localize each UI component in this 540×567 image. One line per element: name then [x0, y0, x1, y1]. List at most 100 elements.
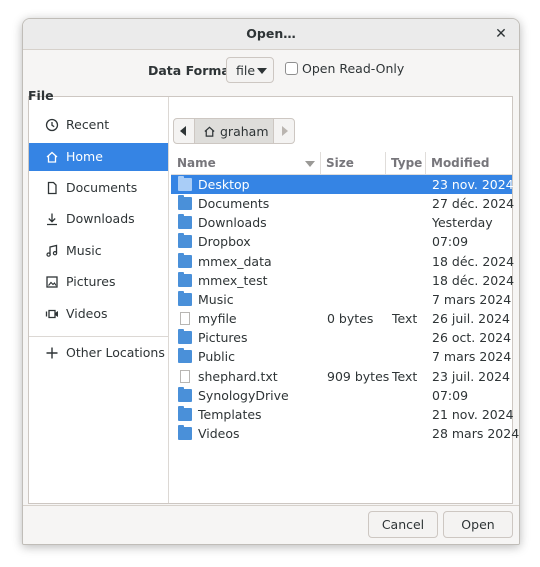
table-row[interactable]: Videos 28 mars 2024: [171, 424, 519, 443]
table-row[interactable]: Downloads Yesterday: [171, 213, 512, 232]
column-header-type[interactable]: Type: [391, 156, 422, 170]
sidebar-item-pictures[interactable]: Pictures: [29, 268, 168, 296]
folder-icon: [178, 290, 192, 306]
file-name: Music: [198, 291, 234, 307]
table-row[interactable]: SynologyDrive 07:09: [171, 386, 512, 405]
folder-icon: [178, 386, 192, 402]
sidebar-item-label: Documents: [66, 180, 138, 195]
folder-icon: [178, 252, 192, 268]
sidebar-item-label: Recent: [66, 117, 110, 132]
file-name: Videos: [198, 425, 240, 441]
table-row[interactable]: Pictures 26 oct. 2024: [171, 328, 512, 347]
folder-icon: [178, 176, 192, 191]
data-format-value: file: [236, 63, 256, 78]
column-header-size[interactable]: Size: [326, 156, 354, 170]
path-forward-button[interactable]: [273, 118, 295, 144]
sidebar-item-videos[interactable]: Videos: [29, 300, 168, 328]
file-modified: 26 juil. 2024: [432, 311, 510, 327]
download-icon: [47, 213, 57, 226]
file-name: Downloads: [198, 215, 267, 231]
sidebar-item-label: Videos: [66, 306, 108, 321]
sidebar-item-music[interactable]: Music: [29, 237, 168, 265]
table-row[interactable]: Desktop 23 nov. 2024: [171, 175, 514, 194]
sidebar-item-downloads[interactable]: Downloads: [29, 205, 168, 233]
file-modified: 07:09: [432, 387, 469, 403]
file-chooser-frame: Recent Home Documents Downloads Music Pi…: [28, 96, 519, 504]
table-row[interactable]: Documents 27 déc. 2024: [171, 194, 515, 213]
text-file-icon: [180, 369, 190, 383]
format-row: Data Format file Open Read-Only: [23, 57, 519, 85]
column-divider[interactable]: [385, 152, 386, 174]
sidebar-item-documents[interactable]: Documents: [29, 174, 168, 202]
file-type: Text: [392, 368, 418, 384]
file-modified: 27 déc. 2024: [432, 196, 515, 212]
cancel-button[interactable]: Cancel: [368, 511, 438, 538]
folder-icon: [178, 405, 192, 421]
data-format-select[interactable]: file: [226, 57, 274, 83]
file-modified: Yesterday: [432, 215, 493, 231]
text-file-icon: [180, 312, 190, 326]
file-name: SynologyDrive: [198, 387, 289, 403]
file-modified: 21 nov. 2024: [432, 406, 514, 422]
open-dialog: Open… ✕ Data Format file Open Read-Only …: [22, 18, 520, 545]
chevron-left-icon: [180, 126, 186, 136]
sidebar-item-label: Pictures: [66, 274, 116, 289]
pictures-icon: [46, 276, 58, 288]
file-modified: 7 mars 2024: [432, 291, 512, 307]
file-modified: 7 mars 2024: [432, 349, 512, 365]
open-readonly-checkbox[interactable]: [285, 62, 298, 75]
column-header-name[interactable]: Name: [177, 156, 216, 170]
folder-icon: [178, 271, 192, 287]
sidebar-item-recent[interactable]: Recent: [29, 111, 168, 139]
sort-descending-icon: [305, 161, 315, 167]
column-divider[interactable]: [425, 152, 426, 174]
path-crumb-label: graham: [220, 124, 269, 139]
file-size: 0 bytes: [327, 311, 374, 327]
dropdown-arrow-icon: [257, 68, 267, 74]
file-name: Pictures: [198, 330, 248, 346]
table-row[interactable]: mmex_test 18 déc. 2024: [171, 271, 515, 290]
table-row[interactable]: Music 7 mars 2024: [171, 290, 512, 309]
table-row[interactable]: shephard.txt 909 bytes Text 23 juil. 2024: [171, 367, 512, 386]
table-row[interactable]: Dropbox 07:09: [171, 232, 512, 251]
file-size: 909 bytes: [327, 368, 390, 384]
path-back-button[interactable]: [173, 118, 195, 144]
places-sidebar: Recent Home Documents Downloads Music Pi…: [29, 97, 169, 503]
home-icon: [46, 151, 58, 163]
file-name: shephard.txt: [198, 368, 278, 384]
file-list-header: Name Size Type Modified: [171, 152, 512, 175]
open-button[interactable]: Open: [443, 511, 513, 538]
plus-icon: [46, 347, 58, 359]
file-modified: 07:09: [432, 234, 469, 250]
table-row[interactable]: myfile 0 bytes Text 26 juil. 2024: [171, 309, 512, 328]
file-modified: 26 oct. 2024: [432, 330, 512, 346]
folder-icon: [178, 214, 192, 230]
table-row[interactable]: Templates 21 nov. 2024: [171, 405, 514, 424]
table-row[interactable]: Public 7 mars 2024: [171, 347, 512, 366]
file-modified: 23 nov. 2024: [432, 177, 514, 192]
file-modified: 18 déc. 2024: [432, 272, 515, 288]
column-header-modified[interactable]: Modified: [431, 156, 490, 170]
sidebar-item-label: Other Locations: [66, 345, 165, 360]
close-icon[interactable]: ✕: [491, 24, 511, 44]
sidebar-item-label: Music: [66, 243, 102, 258]
dialog-title: Open…: [246, 26, 296, 41]
file-name: myfile: [198, 311, 237, 327]
sidebar-separator: [29, 336, 168, 337]
file-modified: 28 mars 2024: [432, 425, 520, 441]
folder-icon: [178, 348, 192, 364]
path-crumb-home[interactable]: graham: [195, 118, 273, 144]
table-row[interactable]: mmex_data 18 déc. 2024: [171, 252, 515, 271]
file-modified: 23 juil. 2024: [432, 368, 510, 384]
clock-icon: [45, 118, 59, 132]
home-icon: [204, 126, 215, 137]
folder-icon: [178, 233, 192, 249]
sidebar-item-other-locations[interactable]: Other Locations: [29, 339, 168, 367]
folder-icon: [178, 424, 192, 440]
column-divider[interactable]: [320, 152, 321, 174]
sidebar-item-label: Home: [66, 149, 103, 164]
sidebar-item-home[interactable]: Home: [29, 143, 168, 171]
file-name: Templates: [198, 406, 262, 422]
chevron-right-icon: [282, 126, 288, 136]
file-modified: 18 déc. 2024: [432, 253, 515, 269]
